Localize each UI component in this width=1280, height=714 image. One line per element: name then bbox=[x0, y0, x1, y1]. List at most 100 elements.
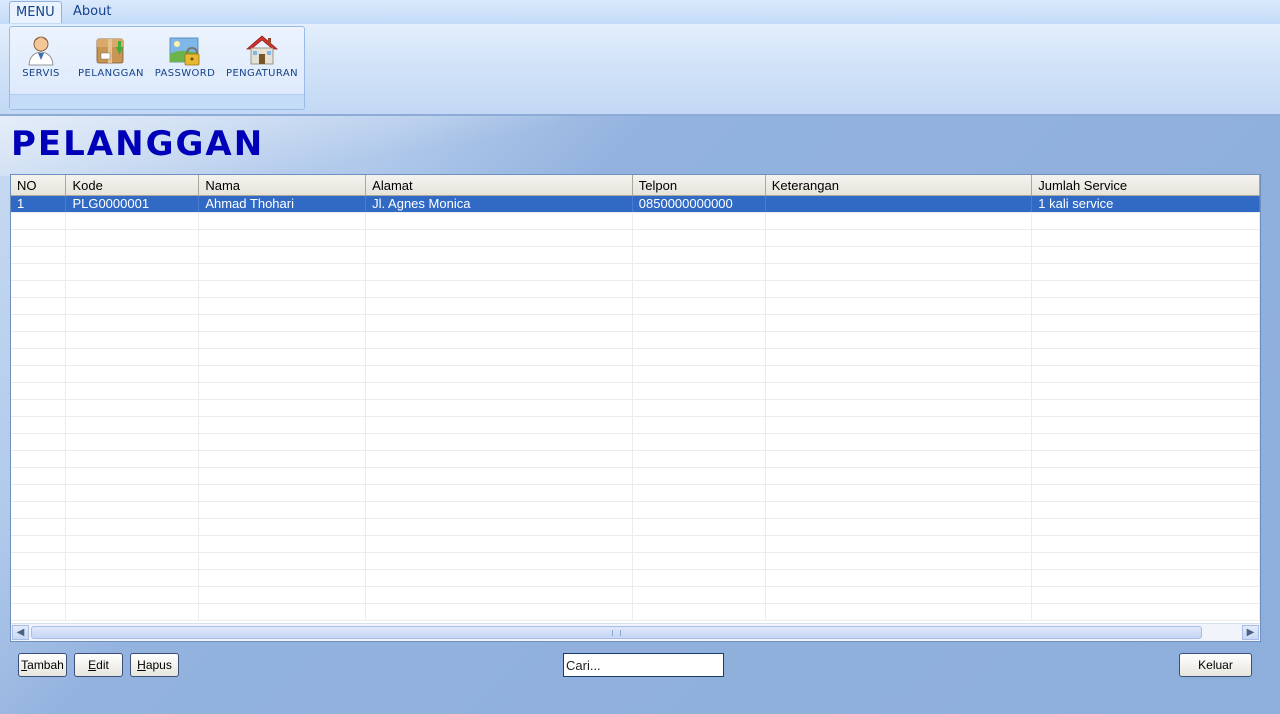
empty-cell bbox=[11, 348, 67, 366]
empty-row[interactable] bbox=[11, 212, 1260, 230]
empty-cell bbox=[365, 246, 633, 264]
empty-row[interactable] bbox=[11, 535, 1260, 553]
empty-cell bbox=[198, 450, 367, 468]
empty-cell bbox=[11, 280, 67, 298]
scroll-left-button[interactable]: ◀ bbox=[12, 625, 29, 640]
empty-cell bbox=[11, 535, 67, 553]
empty-cell bbox=[65, 518, 200, 536]
cell-telpon: 0850000000000 bbox=[632, 195, 766, 213]
scroll-grip-icon bbox=[612, 630, 621, 636]
tab-about[interactable]: About bbox=[67, 1, 117, 23]
cell-no: 1 bbox=[11, 195, 67, 213]
empty-cell bbox=[632, 297, 766, 315]
empty-row[interactable] bbox=[11, 314, 1260, 332]
empty-cell bbox=[198, 382, 367, 400]
column-header-kode[interactable]: Kode bbox=[65, 175, 200, 196]
empty-cell bbox=[65, 365, 200, 383]
empty-cell bbox=[11, 399, 67, 417]
tab-menu[interactable]: MENU bbox=[9, 1, 62, 23]
empty-cell bbox=[365, 348, 633, 366]
empty-cell bbox=[11, 263, 67, 281]
empty-row[interactable] bbox=[11, 263, 1260, 281]
empty-row[interactable] bbox=[11, 484, 1260, 502]
column-header-no[interactable]: NO bbox=[11, 175, 67, 196]
empty-cell bbox=[198, 569, 367, 587]
column-header-keterangan[interactable]: Keterangan bbox=[765, 175, 1033, 196]
scroll-thumb[interactable] bbox=[31, 626, 1202, 639]
empty-cell bbox=[765, 331, 1033, 349]
empty-cell bbox=[65, 212, 200, 230]
empty-cell bbox=[765, 229, 1033, 247]
empty-cell bbox=[1031, 450, 1260, 468]
empty-cell bbox=[11, 229, 67, 247]
empty-cell bbox=[65, 467, 200, 485]
pelanggan-button[interactable]: PELANGGAN bbox=[76, 33, 146, 79]
empty-cell bbox=[65, 348, 200, 366]
empty-cell bbox=[632, 314, 766, 332]
empty-cell bbox=[1031, 586, 1260, 604]
column-header-jumlah-service[interactable]: Jumlah Service bbox=[1031, 175, 1260, 196]
empty-cell bbox=[1031, 263, 1260, 281]
empty-cell bbox=[198, 603, 367, 621]
horizontal-scrollbar[interactable]: ◀ ▶ bbox=[11, 623, 1260, 641]
edit-button[interactable]: Edit bbox=[74, 653, 123, 677]
empty-row[interactable] bbox=[11, 586, 1260, 604]
column-header-nama[interactable]: Nama bbox=[198, 175, 367, 196]
empty-row[interactable] bbox=[11, 331, 1260, 349]
empty-row[interactable] bbox=[11, 450, 1260, 468]
empty-cell bbox=[1031, 467, 1260, 485]
empty-cell bbox=[1031, 212, 1260, 230]
page-title: PELANGGAN bbox=[11, 124, 265, 164]
table-row[interactable]: 1 PLG0000001 Ahmad Thohari Jl. Agnes Mon… bbox=[11, 195, 1260, 213]
empty-row[interactable] bbox=[11, 348, 1260, 366]
pengaturan-button[interactable]: PENGATURAN bbox=[222, 33, 302, 79]
column-header-telpon[interactable]: Telpon bbox=[632, 175, 766, 196]
empty-cell bbox=[365, 450, 633, 468]
customer-grid[interactable]: NO Kode Nama Alamat Telpon Keterangan Ju… bbox=[10, 174, 1261, 642]
empty-cell bbox=[198, 467, 367, 485]
empty-row[interactable] bbox=[11, 365, 1260, 383]
empty-cell bbox=[198, 297, 367, 315]
ribbon-group-footer bbox=[10, 94, 304, 109]
search-input[interactable] bbox=[563, 653, 724, 677]
empty-cell bbox=[198, 416, 367, 434]
empty-cell bbox=[765, 348, 1033, 366]
empty-cell bbox=[1031, 399, 1260, 417]
empty-cell bbox=[198, 501, 367, 519]
empty-row[interactable] bbox=[11, 280, 1260, 298]
empty-cell bbox=[632, 484, 766, 502]
empty-cell bbox=[11, 297, 67, 315]
empty-cell bbox=[365, 297, 633, 315]
empty-row[interactable] bbox=[11, 399, 1260, 417]
hapus-accel-key: H bbox=[137, 658, 146, 672]
password-button[interactable]: PASSWORD bbox=[153, 33, 217, 79]
empty-row[interactable] bbox=[11, 569, 1260, 587]
empty-cell bbox=[632, 467, 766, 485]
scroll-right-button[interactable]: ▶ bbox=[1242, 625, 1259, 640]
empty-row[interactable] bbox=[11, 467, 1260, 485]
empty-cell bbox=[632, 603, 766, 621]
empty-row[interactable] bbox=[11, 246, 1260, 264]
empty-cell bbox=[11, 501, 67, 519]
empty-row[interactable] bbox=[11, 603, 1260, 621]
empty-row[interactable] bbox=[11, 229, 1260, 247]
empty-cell bbox=[365, 229, 633, 247]
empty-row[interactable] bbox=[11, 518, 1260, 536]
empty-cell bbox=[365, 416, 633, 434]
column-header-alamat[interactable]: Alamat bbox=[365, 175, 633, 196]
empty-row[interactable] bbox=[11, 433, 1260, 451]
empty-row[interactable] bbox=[11, 382, 1260, 400]
empty-cell bbox=[1031, 348, 1260, 366]
empty-row[interactable] bbox=[11, 552, 1260, 570]
empty-cell bbox=[365, 212, 633, 230]
empty-row[interactable] bbox=[11, 501, 1260, 519]
empty-cell bbox=[365, 535, 633, 553]
keluar-button[interactable]: Keluar bbox=[1179, 653, 1252, 677]
empty-cell bbox=[1031, 280, 1260, 298]
tambah-button[interactable]: Tambah bbox=[18, 653, 67, 677]
servis-button[interactable]: SERVIS bbox=[20, 33, 62, 79]
empty-row[interactable] bbox=[11, 297, 1260, 315]
hapus-button[interactable]: Hapus bbox=[130, 653, 179, 677]
empty-cell bbox=[65, 246, 200, 264]
empty-row[interactable] bbox=[11, 416, 1260, 434]
